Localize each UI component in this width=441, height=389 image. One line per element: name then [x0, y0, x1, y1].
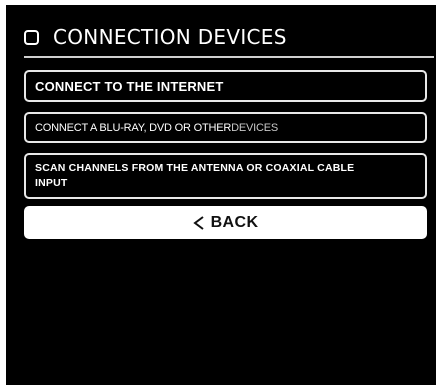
connect-devices-button[interactable]: CONNECT A BLU-RAY, DVD OR OTHER DEVICES [24, 112, 427, 143]
connect-devices-label: CONNECT A BLU-RAY, DVD OR OTHER [35, 121, 232, 134]
checkbox-icon [24, 29, 39, 45]
back-button[interactable]: BACK [24, 206, 427, 239]
scan-channels-button[interactable]: SCAN CHANNELS FROM THE ANTENNA OR COAXIA… [24, 153, 427, 199]
title-divider [24, 56, 434, 58]
chevron-left-icon [192, 215, 204, 230]
title-row: CONNECTION DEVICES [24, 22, 287, 52]
connect-internet-button[interactable]: CONNECT TO THE INTERNET [24, 70, 427, 102]
page-title: CONNECTION DEVICES [53, 25, 287, 49]
connect-devices-label-tail: DEVICES [231, 121, 279, 134]
tv-menu-screen: CONNECTION DEVICES CONNECT TO THE INTERN… [6, 5, 436, 385]
connect-internet-label: CONNECT TO THE INTERNET [35, 78, 224, 94]
scan-channels-label: SCAN CHANNELS FROM THE ANTENNA OR COAXIA… [35, 162, 355, 189]
back-label: BACK [210, 213, 259, 231]
